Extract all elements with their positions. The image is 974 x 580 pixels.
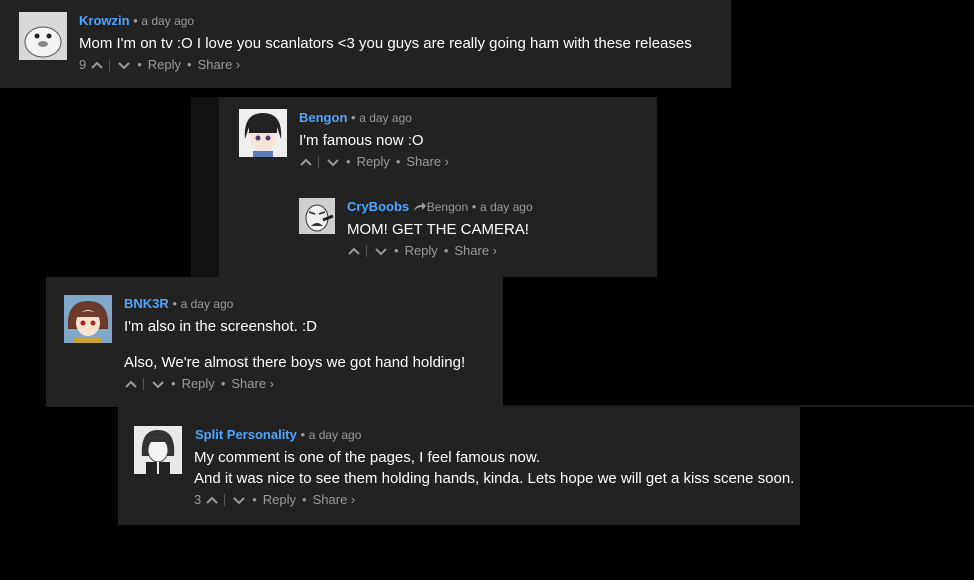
author-name[interactable]: Split Personality <box>195 427 297 442</box>
comment-text: My comment is one of the pages, I feel f… <box>194 447 794 489</box>
timestamp[interactable]: a day ago <box>480 200 533 214</box>
comment-header: Krowzin • a day ago <box>79 13 194 28</box>
vote-divider <box>143 377 144 390</box>
share-button[interactable]: Share › <box>198 57 241 72</box>
comment-header: CryBoobs Bengon • a day ago <box>347 199 533 214</box>
comment-header: Split Personality • a day ago <box>195 427 361 442</box>
separator-dot: • <box>220 376 226 391</box>
vote-divider <box>109 58 111 71</box>
comment-header: BNK3R • a day ago <box>124 296 233 311</box>
vote-divider <box>366 244 367 257</box>
separator-dot: • <box>351 110 356 125</box>
upvote-icon[interactable] <box>124 378 138 390</box>
comment-text: I'm famous now :O <box>299 130 424 151</box>
avatar[interactable] <box>239 109 287 157</box>
comment-footer: • Reply • Share › <box>124 376 274 391</box>
upvote-icon[interactable] <box>299 156 313 168</box>
reply-button[interactable]: Reply <box>148 57 181 72</box>
separator-dot: • <box>346 154 351 169</box>
separator-dot: • <box>443 243 449 258</box>
share-button[interactable]: Share › <box>231 376 274 391</box>
separator-dot: • <box>133 13 138 28</box>
downvote-icon[interactable] <box>374 245 388 257</box>
comment-footer: 9 • Reply • Share › <box>79 57 240 72</box>
timestamp[interactable]: a day ago <box>181 297 234 311</box>
author-name[interactable]: Krowzin <box>79 13 130 28</box>
comment-header: Bengon • a day ago <box>299 110 412 125</box>
avatar[interactable] <box>299 198 335 234</box>
reply-button[interactable]: Reply <box>263 492 296 507</box>
comment-line: And it was nice to see them holding hand… <box>194 470 795 487</box>
vote-count: 9 <box>79 57 87 72</box>
author-name[interactable]: CryBoobs <box>347 199 409 214</box>
author-name[interactable]: Bengon <box>299 110 347 125</box>
timestamp[interactable]: a day ago <box>309 428 362 442</box>
comment-line: I'm also in the screenshot. :D <box>124 318 317 335</box>
downvote-icon[interactable] <box>326 156 340 168</box>
separator-dot: • <box>187 57 192 72</box>
avatar[interactable] <box>64 295 112 343</box>
comment-text: Mom I'm on tv :O I love you scanlators <… <box>79 33 692 54</box>
reply-button[interactable]: Reply <box>357 154 390 169</box>
share-button[interactable]: Share › <box>454 243 497 258</box>
comment-text: MOM! GET THE CAMERA! <box>347 219 529 240</box>
comment-footer: • Reply • Share › <box>347 243 497 258</box>
separator-dot: • <box>395 154 401 169</box>
separator-dot: • <box>172 296 177 311</box>
share-button[interactable]: Share › <box>313 492 356 507</box>
downvote-icon[interactable] <box>117 59 131 71</box>
separator-dot: • <box>394 243 399 258</box>
upvote-icon[interactable] <box>205 494 219 506</box>
avatar[interactable] <box>19 12 67 60</box>
vote-divider <box>224 493 226 506</box>
separator-dot: • <box>171 376 176 391</box>
reply-arrow-icon <box>413 202 426 211</box>
upvote-icon[interactable] <box>90 59 104 71</box>
separator-dot: • <box>252 492 257 507</box>
comment-line: My comment is one of the pages, I feel f… <box>194 449 541 466</box>
timestamp[interactable]: a day ago <box>141 14 194 28</box>
author-name[interactable]: BNK3R <box>124 296 169 311</box>
vote-count: 3 <box>194 492 202 507</box>
upvote-icon[interactable] <box>347 245 361 257</box>
timestamp[interactable]: a day ago <box>359 111 412 125</box>
reply-to-name: Bengon <box>426 200 469 214</box>
vote-divider <box>318 155 319 168</box>
comment-line: Also, We're almost there boys we got han… <box>124 354 466 371</box>
reply-button[interactable]: Reply <box>405 243 438 258</box>
avatar[interactable] <box>134 426 182 474</box>
share-button[interactable]: Share › <box>406 154 449 169</box>
downvote-icon[interactable] <box>151 378 165 390</box>
reply-to-link[interactable]: Bengon <box>413 200 468 214</box>
reply-button[interactable]: Reply <box>182 376 215 391</box>
divider-line <box>503 405 974 407</box>
downvote-icon[interactable] <box>232 494 246 506</box>
comment-line: Mom I'm on tv :O I love you scanlators <… <box>79 35 692 52</box>
comment-text: I'm also in the screenshot. :D Also, We'… <box>124 316 465 373</box>
comment-footer: • Reply • Share › <box>299 154 449 169</box>
comment-line: MOM! GET THE CAMERA! <box>347 221 529 238</box>
separator-dot: • <box>300 427 306 442</box>
comment-footer: 3 • Reply • Share › <box>194 492 355 507</box>
separator-dot: • <box>471 199 477 214</box>
comment-line: I'm famous now :O <box>299 132 424 149</box>
separator-dot: • <box>302 492 307 507</box>
separator-dot: • <box>137 57 142 72</box>
